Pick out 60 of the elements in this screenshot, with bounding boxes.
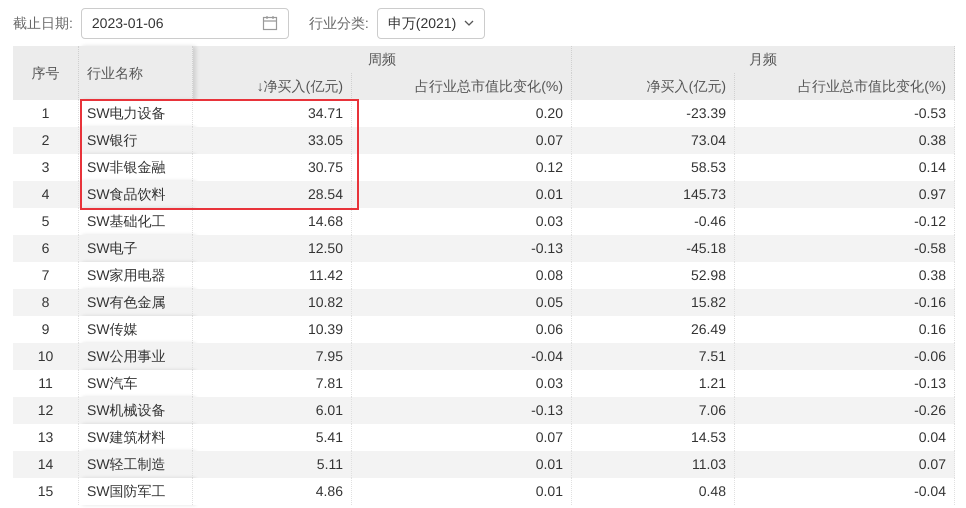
- date-field[interactable]: 2023-01-06: [80, 8, 289, 38]
- date-label: 截止日期:: [13, 14, 73, 32]
- table-cell: -0.04: [352, 343, 572, 370]
- table-cell: -0.26: [735, 397, 955, 424]
- calendar-icon: [262, 15, 278, 31]
- category-dropdown[interactable]: 申万(2021): [376, 8, 486, 38]
- table-cell: 11.03: [572, 451, 735, 478]
- table-cell: -0.13: [352, 397, 572, 424]
- table-cell: SW非银金融: [79, 154, 193, 181]
- table-cell: SW机械设备: [79, 397, 193, 424]
- table-cell: SW有色金属: [79, 289, 193, 316]
- table-cell: 28.54: [193, 181, 352, 208]
- table-cell: 0.38: [735, 127, 955, 154]
- table-cell: SW食品饮料: [79, 181, 193, 208]
- table-cell: SW电力设备: [79, 100, 193, 127]
- table-cell: 0.05: [352, 289, 572, 316]
- table-cell: 0.07: [352, 127, 572, 154]
- table-cell: 0.07: [735, 451, 955, 478]
- table-cell: 0.01: [352, 451, 572, 478]
- table-cell: 0.01: [352, 181, 572, 208]
- group-header: 周频: [193, 46, 572, 73]
- table-cell: SW家用电器: [79, 262, 193, 289]
- table-cell: 10.82: [193, 289, 352, 316]
- table-cell: SW汽车: [79, 370, 193, 397]
- table-cell: SW银行: [79, 127, 193, 154]
- table-cell: 145.73: [572, 181, 735, 208]
- table-cell: 8: [13, 289, 79, 316]
- table-cell: SW建筑材料: [79, 424, 193, 451]
- table-cell: 7.51: [572, 343, 735, 370]
- table-cell: 33.05: [193, 127, 352, 154]
- table-cell: 0.97: [735, 181, 955, 208]
- table-cell: 15.82: [572, 289, 735, 316]
- table-cell: 73.04: [572, 127, 735, 154]
- table-cell: -45.18: [572, 235, 735, 262]
- table-cell: -0.16: [735, 289, 955, 316]
- table-cell: -0.06: [735, 343, 955, 370]
- table-cell: 7.95: [193, 343, 352, 370]
- table-cell: SW公用事业: [79, 343, 193, 370]
- table-cell: 4: [13, 181, 79, 208]
- table-cell: 2: [13, 127, 79, 154]
- group-header: 月频: [572, 46, 955, 73]
- column-header: 行业名称: [79, 46, 193, 100]
- table-cell: 12.50: [193, 235, 352, 262]
- table-cell: 14: [13, 451, 79, 478]
- table-cell: 7.06: [572, 397, 735, 424]
- table-cell: 12: [13, 397, 79, 424]
- table-cell: SW基础化工: [79, 208, 193, 235]
- table-cell: -0.58: [735, 235, 955, 262]
- category-label: 行业分类:: [308, 14, 369, 32]
- table-cell: 6: [13, 235, 79, 262]
- table-cell: SW电子: [79, 235, 193, 262]
- table-cell: SW国防军工: [79, 478, 193, 505]
- table-cell: 5.11: [193, 451, 352, 478]
- table-cell: SW传媒: [79, 316, 193, 343]
- table-cell: 6.01: [193, 397, 352, 424]
- chevron-down-icon: [464, 20, 474, 26]
- column-header[interactable]: ↓净买入(亿元): [193, 73, 352, 100]
- table-cell: -0.13: [352, 235, 572, 262]
- table-cell: SW轻工制造: [79, 451, 193, 478]
- table-cell: 10: [13, 343, 79, 370]
